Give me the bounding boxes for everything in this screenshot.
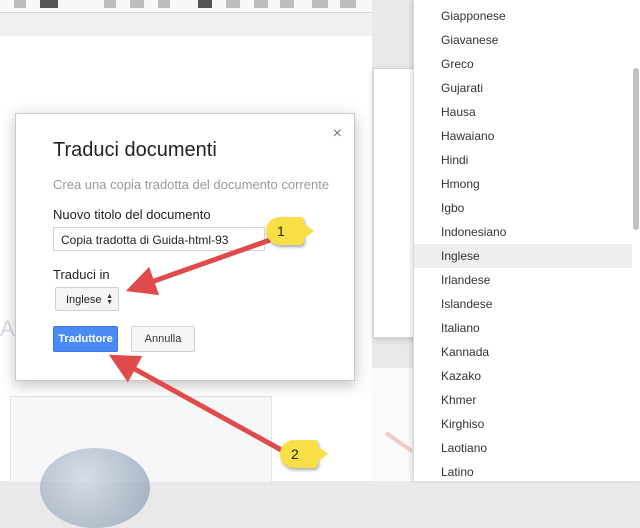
arrow-to-language-select [125, 237, 271, 296]
callout-2: 2 [280, 440, 328, 468]
arrow-to-translate-button [108, 354, 287, 455]
annotation-arrows [108, 237, 287, 455]
callout-1: 1 [266, 217, 314, 245]
